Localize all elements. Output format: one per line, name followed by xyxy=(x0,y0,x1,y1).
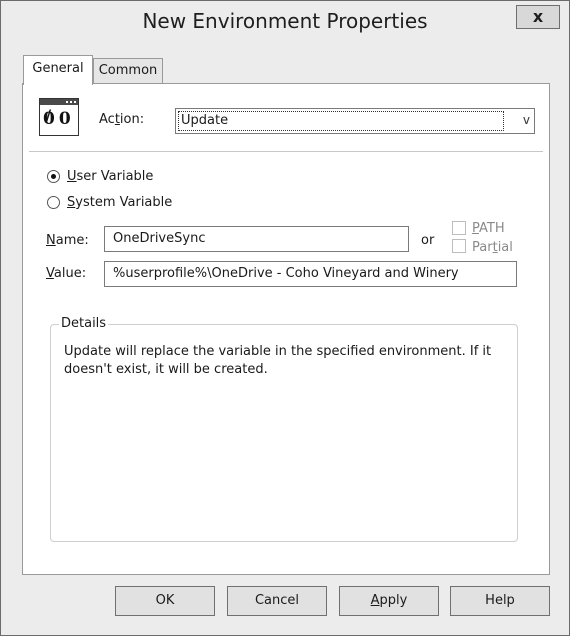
close-icon: x xyxy=(532,7,544,26)
chevron-down-icon[interactable]: v xyxy=(523,113,530,127)
details-text: Update will replace the variable in the … xyxy=(64,344,492,377)
action-select[interactable]: Update v xyxy=(175,108,535,134)
cancel-button[interactable]: Cancel xyxy=(227,586,327,616)
path-label: PATH xyxy=(472,221,505,236)
apply-button[interactable]: Apply xyxy=(339,586,439,616)
tab-common[interactable]: Common xyxy=(93,58,163,84)
action-select-value: Update xyxy=(178,111,504,131)
partial-label: Partial xyxy=(472,240,513,255)
value-label: Value: xyxy=(46,266,87,281)
tab-general[interactable]: General xyxy=(23,55,93,85)
partial-checkbox[interactable] xyxy=(452,239,466,253)
window-title: New Environment Properties xyxy=(142,9,428,33)
system-variable-radio[interactable] xyxy=(47,196,60,209)
close-button[interactable]: x xyxy=(516,5,560,29)
user-variable-label[interactable]: User Variable xyxy=(67,169,153,184)
dialog-window: New Environment Properties x General Com… xyxy=(0,0,570,636)
name-label: Name: xyxy=(46,233,89,248)
system-variable-label[interactable]: System Variable xyxy=(67,195,172,210)
value-input[interactable]: %userprofile%\OneDrive - Coho Vineyard a… xyxy=(104,261,517,287)
environment-variable-icon: 0/0 xyxy=(39,98,79,136)
general-tab-panel: 0/0 Action: Update v User Variable Syste… xyxy=(22,83,550,575)
separator xyxy=(29,151,543,152)
user-variable-radio[interactable] xyxy=(47,170,60,183)
details-groupbox: Details Update will replace the variable… xyxy=(50,316,518,542)
title-bar[interactable]: New Environment Properties x xyxy=(1,1,569,41)
help-button[interactable]: Help xyxy=(450,586,550,616)
or-label: or xyxy=(421,233,435,248)
name-input[interactable]: OneDriveSync xyxy=(104,226,409,252)
action-label: Action: xyxy=(99,112,145,127)
path-checkbox[interactable] xyxy=(452,221,466,235)
ok-button[interactable]: OK xyxy=(115,586,215,616)
details-legend: Details xyxy=(59,316,109,331)
